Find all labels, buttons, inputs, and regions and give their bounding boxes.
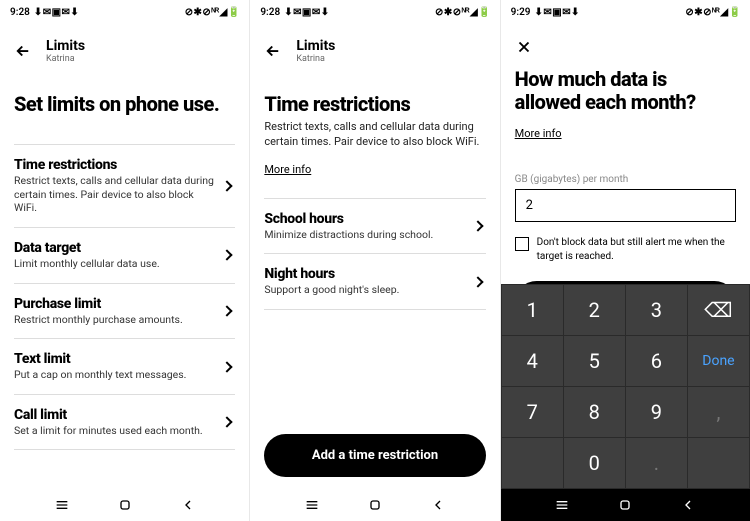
screen-limits-list: 9:28 ⬇ ✉ ▣ ✉ ⬇ ⊘ ✱ ⊘ ᴺᴿ ◢ 🔋 Limits Katri… xyxy=(0,0,249,521)
screen-data-allowance: 9:29 ⬇ ✉ ▣ ✉ ⬇ ⊘ ✱ ⊘ ᴺᴿ ◢ 🔋 How much dat… xyxy=(501,0,750,521)
status-time: 9:29 xyxy=(511,7,531,18)
status-left-icons: ⬇ ✉ ▣ ✉ ⬇ xyxy=(535,7,579,18)
row-title: Purchase limit xyxy=(14,296,215,312)
key-2[interactable]: 2 xyxy=(564,285,625,335)
status-bar: 9:28 ⬇ ✉ ▣ ✉ ⬇ ⊘ ✱ ⊘ ᴺᴿ ◢ 🔋 xyxy=(250,0,499,24)
recent-apps-icon[interactable] xyxy=(54,497,70,513)
android-nav-bar xyxy=(250,489,499,521)
row-title: Call limit xyxy=(14,407,215,423)
key-7[interactable]: 7 xyxy=(502,387,563,437)
status-right-icons: ⊘ ✱ ⊘ ᴺᴿ ◢ 🔋 xyxy=(185,7,240,18)
status-left-icons: ⬇ ✉ ▣ ✉ ⬇ xyxy=(34,7,78,18)
more-info-link[interactable]: More info xyxy=(264,163,311,176)
chevron-right-icon xyxy=(222,250,233,261)
row-desc: Set a limit for minutes used each month. xyxy=(14,424,215,438)
home-icon[interactable] xyxy=(117,497,133,513)
row-desc: Restrict texts, calls and cellular data … xyxy=(14,174,215,215)
key-6[interactable]: 6 xyxy=(626,336,687,386)
key-period[interactable]: . xyxy=(626,438,687,488)
chevron-right-icon xyxy=(472,220,483,231)
checkbox-label: Don't block data but still alert me when… xyxy=(537,236,736,263)
section-title: Time restrictions xyxy=(264,92,485,116)
status-left-icons: ⬇ ✉ ▣ ✉ ⬇ xyxy=(284,7,328,18)
chevron-right-icon xyxy=(222,361,233,372)
row-title: Night hours xyxy=(264,266,465,282)
close-icon[interactable] xyxy=(515,38,533,56)
alert-only-checkbox[interactable] xyxy=(515,237,529,251)
row-title: Data target xyxy=(14,240,215,256)
row-desc: Limit monthly cellular data use. xyxy=(14,257,215,271)
screen-time-restrictions: 9:28 ⬇ ✉ ▣ ✉ ⬇ ⊘ ✱ ⊘ ᴺᴿ ◢ 🔋 Limits Katri… xyxy=(250,0,499,521)
key-comma[interactable]: , xyxy=(688,387,749,437)
row-text-limit[interactable]: Text limitPut a cap on monthly text mess… xyxy=(14,338,235,394)
row-desc: Support a good night's sleep. xyxy=(264,283,465,297)
row-data-target[interactable]: Data targetLimit monthly cellular data u… xyxy=(14,227,235,283)
app-header: Limits Katrina xyxy=(0,24,249,74)
header-subtitle: Katrina xyxy=(296,54,335,64)
status-time: 9:28 xyxy=(260,7,280,18)
key-done[interactable]: Done xyxy=(688,336,749,386)
status-time: 9:28 xyxy=(10,7,30,18)
row-time-restrictions[interactable]: Time restrictionsRestrict texts, calls a… xyxy=(14,144,235,227)
header-title: Limits xyxy=(296,38,335,54)
row-desc: Restrict monthly purchase amounts. xyxy=(14,313,215,327)
key-4[interactable]: 4 xyxy=(502,336,563,386)
gb-input[interactable] xyxy=(515,189,736,222)
key-backspace[interactable]: ⌫ xyxy=(688,285,749,335)
row-title: Time restrictions xyxy=(14,157,215,173)
chevron-right-icon xyxy=(472,276,483,287)
row-title: School hours xyxy=(264,211,465,227)
row-desc: Minimize distractions during school. xyxy=(264,228,465,242)
chevron-right-icon xyxy=(222,305,233,316)
status-bar: 9:29 ⬇ ✉ ▣ ✉ ⬇ ⊘ ✱ ⊘ ᴺᴿ ◢ 🔋 xyxy=(501,0,750,24)
android-nav-bar xyxy=(501,489,750,521)
android-nav-bar xyxy=(0,489,249,521)
row-title: Text limit xyxy=(14,351,215,367)
key-0[interactable]: 0 xyxy=(564,438,625,488)
back-icon[interactable] xyxy=(430,497,446,513)
back-arrow-icon[interactable] xyxy=(264,42,282,60)
numeric-keypad: 1 2 3 ⌫ 4 5 6 Done 7 8 9 , 0 . xyxy=(501,284,750,489)
row-desc: Put a cap on monthly text messages. xyxy=(14,368,215,382)
status-bar: 9:28 ⬇ ✉ ▣ ✉ ⬇ ⊘ ✱ ⊘ ᴺᴿ ◢ 🔋 xyxy=(0,0,249,24)
home-icon[interactable] xyxy=(367,497,383,513)
status-right-icons: ⊘ ✱ ⊘ ᴺᴿ ◢ 🔋 xyxy=(435,7,490,18)
key-3[interactable]: 3 xyxy=(626,285,687,335)
field-label: GB (gigabytes) per month xyxy=(515,174,736,185)
more-info-link[interactable]: More info xyxy=(515,127,562,140)
home-icon[interactable] xyxy=(617,497,633,513)
back-icon[interactable] xyxy=(680,497,696,513)
header-title: Limits xyxy=(46,38,85,54)
row-call-limit[interactable]: Call limitSet a limit for minutes used e… xyxy=(14,394,235,451)
key-5[interactable]: 5 xyxy=(564,336,625,386)
key-9[interactable]: 9 xyxy=(626,387,687,437)
back-arrow-icon[interactable] xyxy=(14,42,32,60)
chevron-right-icon xyxy=(222,180,233,191)
page-title: Set limits on phone use. xyxy=(14,92,235,116)
add-time-restriction-button[interactable]: Add a time restriction xyxy=(264,434,485,477)
recent-apps-icon[interactable] xyxy=(304,497,320,513)
app-header: Limits Katrina xyxy=(250,24,499,74)
recent-apps-icon[interactable] xyxy=(554,497,570,513)
status-right-icons: ⊘ ✱ ⊘ ᴺᴿ ◢ 🔋 xyxy=(685,7,740,18)
page-title: How much data is allowed each month? xyxy=(515,68,736,114)
key-blank xyxy=(502,438,563,488)
row-school-hours[interactable]: School hoursMinimize distractions during… xyxy=(264,198,485,254)
header-subtitle: Katrina xyxy=(46,54,85,64)
row-night-hours[interactable]: Night hoursSupport a good night's sleep. xyxy=(264,253,485,310)
section-desc: Restrict texts, calls and cellular data … xyxy=(264,120,485,150)
app-header xyxy=(501,24,750,66)
key-8[interactable]: 8 xyxy=(564,387,625,437)
key-blank2 xyxy=(688,438,749,488)
chevron-right-icon xyxy=(222,416,233,427)
back-icon[interactable] xyxy=(180,497,196,513)
key-1[interactable]: 1 xyxy=(502,285,563,335)
row-purchase-limit[interactable]: Purchase limitRestrict monthly purchase … xyxy=(14,283,235,339)
